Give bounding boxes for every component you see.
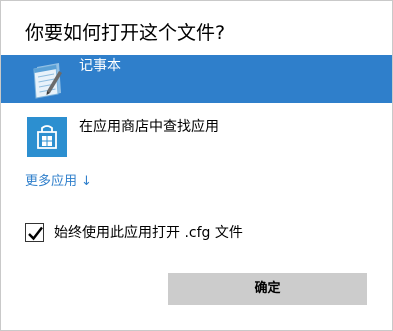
notepad-icon [25,57,69,101]
always-use-label: 始终使用此应用打开 .cfg 文件 [54,225,243,241]
more-apps-link[interactable]: 更多应用 ↓ [25,173,92,191]
store-icon [25,115,69,159]
chevron-down-icon: ↓ [81,174,92,189]
app-label-notepad: 记事本 [79,58,121,74]
ok-button[interactable]: 确定 [168,273,367,305]
more-apps-label: 更多应用 [25,174,78,189]
always-use-checkbox[interactable] [25,223,44,242]
checkmark-icon [28,226,43,241]
dialog-title: 你要如何打开这个文件? [25,22,226,44]
app-item-store[interactable]: 在应用商店中查找应用 [1,113,392,161]
app-item-notepad[interactable]: 记事本 [1,55,392,103]
app-label-store: 在应用商店中查找应用 [79,119,219,135]
open-with-dialog: 你要如何打开这个文件? 记事本 在应用商店中查找应用 更多应用 ↓ 始终使用此应… [0,0,393,331]
